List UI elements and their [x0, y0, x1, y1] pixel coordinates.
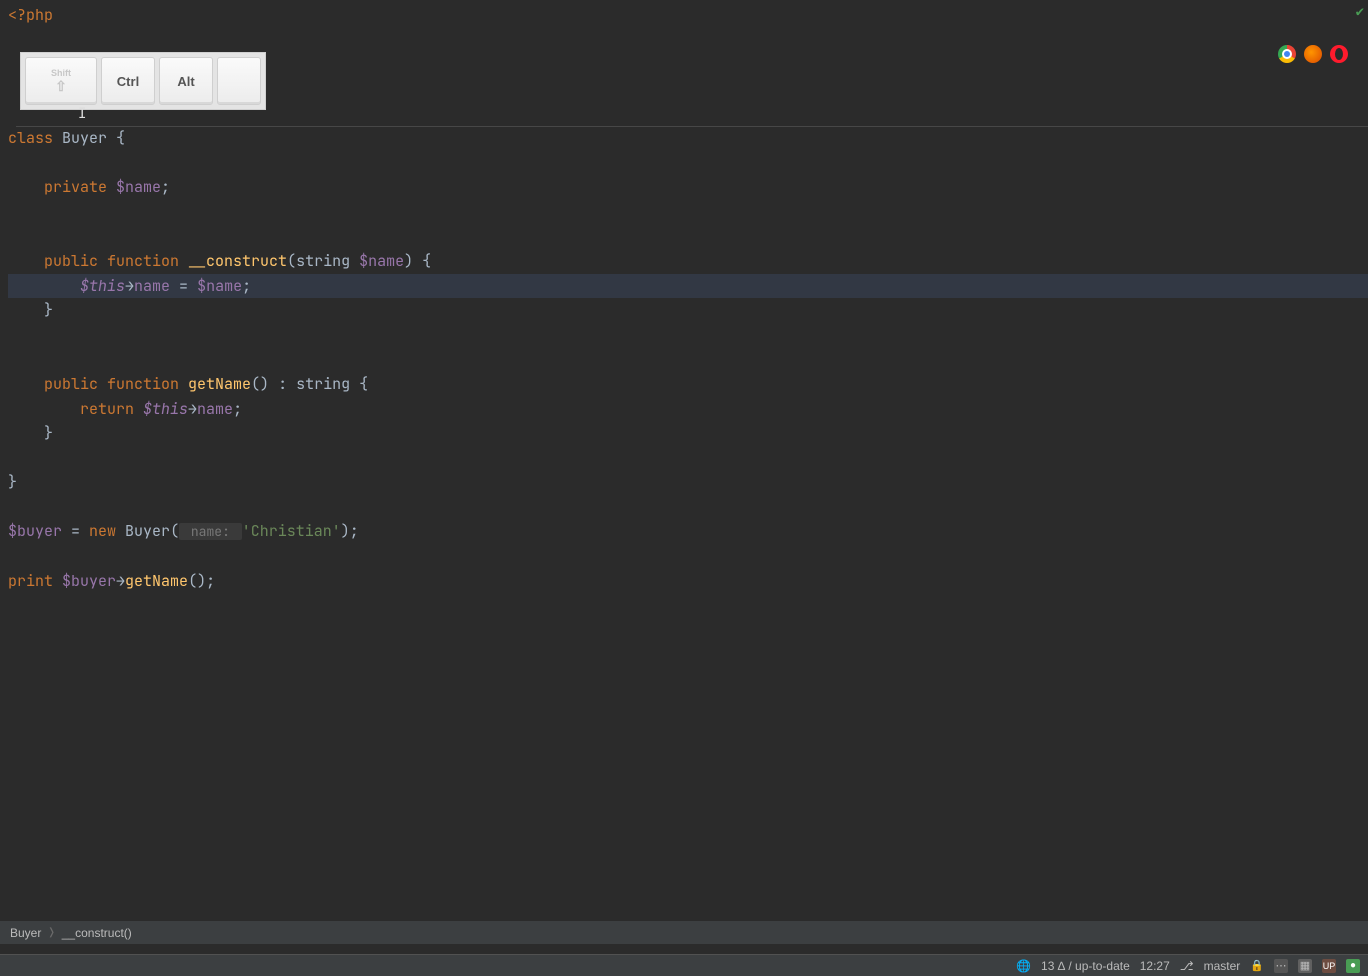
code-line	[8, 495, 1368, 520]
param-hint: name:	[179, 523, 242, 540]
status-position[interactable]: 12:27	[1140, 959, 1170, 973]
code-line	[8, 200, 1368, 225]
key-overlay: Shift ⇧ Ctrl Alt	[20, 52, 266, 110]
crumb-class[interactable]: Buyer	[10, 926, 41, 940]
status-bar: 🌐 13 ∆ / up-to-date 12:27 ⎇ master 🔒 ⋯ ▦…	[0, 954, 1368, 976]
status-widget-4[interactable]: ●	[1346, 959, 1360, 973]
code-line	[8, 347, 1368, 372]
code-area[interactable]: <?php class Buyer { private $name; publi…	[8, 0, 1368, 944]
key-blank	[217, 57, 261, 105]
code-editor[interactable]: ✔ <?php class Buyer { private $name; pub…	[0, 0, 1368, 944]
status-widget-2[interactable]: ▦	[1298, 959, 1312, 973]
code-line: public function __construct(string $name…	[8, 249, 1368, 274]
code-line: print $buyer→getName();	[8, 569, 1368, 594]
code-line: class Buyer {	[8, 126, 1368, 151]
code-line	[8, 323, 1368, 348]
status-widget-3[interactable]: UP	[1322, 959, 1336, 973]
status-problems[interactable]: 13 ∆ / up-to-date	[1041, 959, 1130, 973]
code-line: <?php	[8, 3, 1368, 28]
key-shift: Shift ⇧	[25, 57, 97, 105]
code-line: private $name;	[8, 175, 1368, 200]
chevron-right-icon: ❭	[47, 927, 55, 938]
code-line	[8, 224, 1368, 249]
gutter	[0, 0, 8, 944]
code-line: }	[8, 470, 1368, 495]
git-branch-icon[interactable]: ⎇	[1180, 959, 1194, 973]
text-cursor-icon: 𝙸	[78, 105, 86, 123]
method-separator	[16, 126, 1368, 127]
code-line: $buyer = new Buyer( name: 'Christian');	[8, 519, 1368, 544]
code-line: return $this→name;	[8, 397, 1368, 422]
code-line: }	[8, 298, 1368, 323]
key-alt: Alt	[159, 57, 213, 105]
code-line	[8, 151, 1368, 176]
code-line: }	[8, 421, 1368, 446]
code-line	[8, 446, 1368, 471]
breadcrumb[interactable]: Buyer ❭ __construct()	[0, 920, 1368, 944]
code-line-current: $this→name = $name;	[8, 274, 1368, 299]
key-ctrl: Ctrl	[101, 57, 155, 105]
code-line	[8, 544, 1368, 569]
globe-icon[interactable]: 🌐	[1016, 959, 1031, 973]
code-line: public function getName() : string {	[8, 372, 1368, 397]
lock-icon[interactable]: 🔒	[1250, 959, 1264, 972]
shift-arrow-icon: ⇧	[55, 78, 67, 95]
status-branch[interactable]: master	[1204, 959, 1241, 973]
code-line	[8, 28, 1368, 53]
status-widget-1[interactable]: ⋯	[1274, 959, 1288, 973]
crumb-method[interactable]: __construct()	[62, 926, 132, 940]
